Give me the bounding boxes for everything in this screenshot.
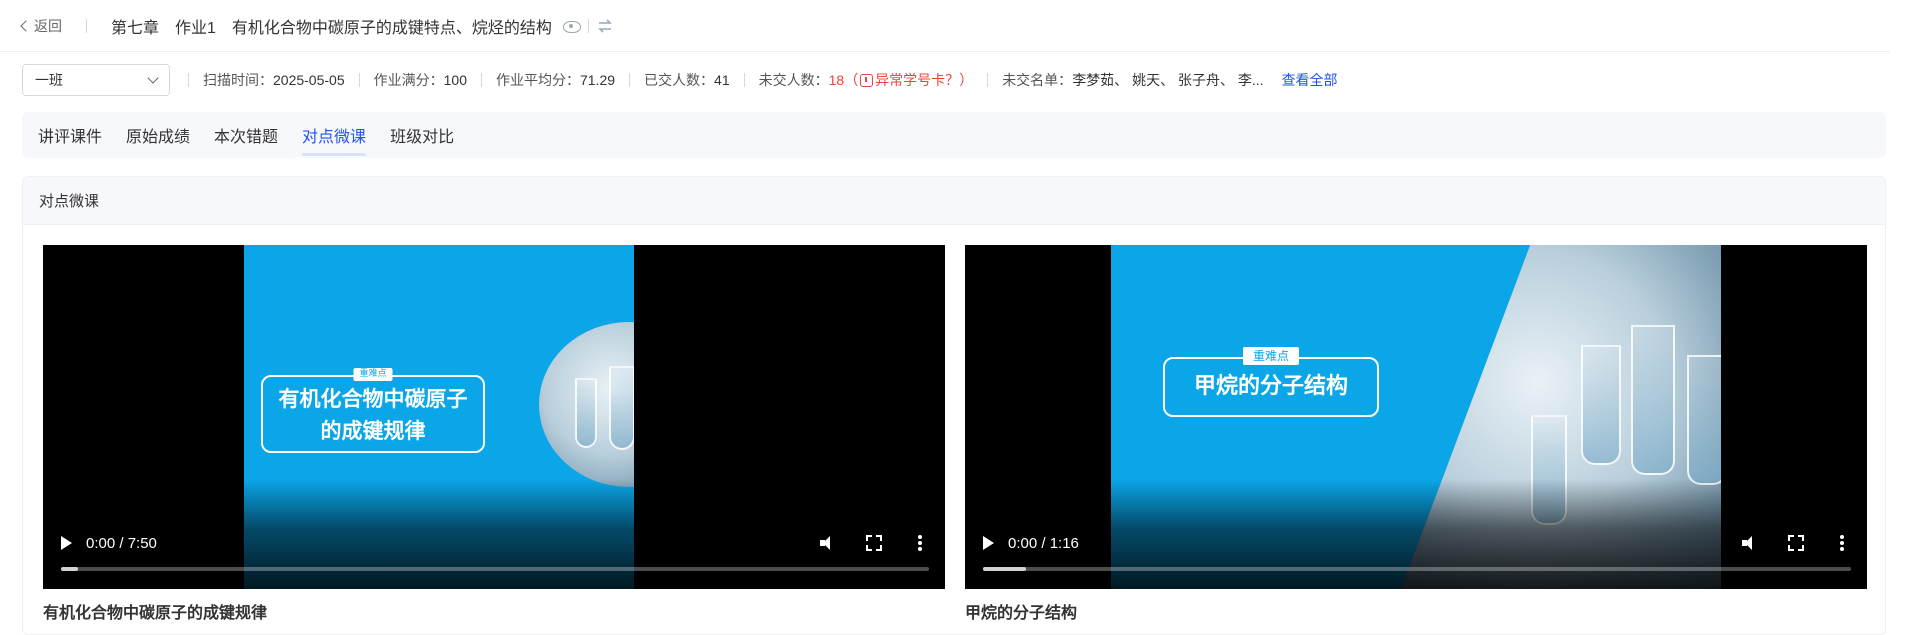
page-title: 有机化合物中碳原子的成键特点、烷烃的结构 — [231, 19, 552, 37]
swap-icon[interactable] — [597, 18, 613, 33]
warning-icon — [860, 73, 874, 87]
eye-icon[interactable] — [562, 20, 581, 33]
divider — [480, 73, 482, 87]
submitted-count: 已交人数： 41 — [644, 70, 730, 90]
unsubmitted-list-label: 未交名单： — [1002, 72, 1073, 88]
tab-wrong-questions[interactable]: 本次错题 — [214, 112, 278, 158]
full-score-value: 100 — [443, 72, 467, 88]
view-all-link[interactable]: 查看全部 — [1282, 70, 1338, 90]
play-icon[interactable] — [983, 536, 994, 550]
video-caption: 有机化合物中碳原子的成键规律 — [43, 605, 268, 622]
play-icon[interactable] — [61, 536, 72, 550]
unsubmitted-value[interactable]: 18 — [829, 72, 845, 88]
abnormal-card-link[interactable]: 异常学号卡？ — [875, 70, 959, 90]
slide-badge: 重难点 — [353, 368, 393, 381]
back-label: 返回 — [34, 17, 62, 34]
fullscreen-icon[interactable] — [865, 534, 883, 552]
divider — [358, 73, 360, 87]
slide-title-line: 甲烷的分子结构 — [1193, 374, 1348, 399]
divider — [743, 73, 745, 87]
full-score: 作业满分： 100 — [374, 70, 467, 90]
video-card: 重难点 有机化合物中碳原子 的成键规律 0:00 / 7:50 有机化合物中碳原… — [43, 245, 945, 623]
video-progress-bar[interactable] — [61, 567, 929, 571]
slide-badge: 重难点 — [1242, 347, 1300, 365]
divider — [188, 73, 189, 87]
full-score-label: 作业满分： — [373, 72, 444, 88]
unsubmitted-list: 未交名单： 李梦茹、 姚天、 张子舟、 李... 查看全部 — [1002, 70, 1337, 90]
stats-row: 一班 扫描时间： 2025-05-05 作业满分： 100 作业平均分： 71.… — [22, 64, 1892, 96]
panel-title: 对点微课 — [23, 177, 1885, 225]
fullscreen-icon[interactable] — [1787, 534, 1805, 552]
chapter-label: 第七章 — [111, 19, 160, 37]
tab-class-compare[interactable]: 班级对比 — [390, 112, 454, 158]
slide-title-box: 重难点 甲烷的分子结构 — [1163, 347, 1379, 417]
video-progress-fill — [61, 567, 79, 571]
more-vertical-icon[interactable] — [911, 534, 929, 552]
scan-time-value: 2025-05-05 — [273, 72, 345, 88]
paren-close: ） — [959, 72, 974, 88]
unsubmitted-count: 未交人数： 18 （ 异常学号卡？ ） — [759, 70, 974, 90]
divider — [587, 18, 589, 33]
tab-lecture-slides[interactable]: 讲评课件 — [38, 112, 102, 158]
assignment-label: 作业1 — [175, 19, 216, 37]
unsubmitted-list-value: 李梦茹、 姚天、 张子舟、 李... — [1072, 72, 1264, 88]
tab-bar: 讲评课件 原始成绩 本次错题 对点微课 班级对比 — [22, 112, 1886, 158]
video-progress-bar[interactable] — [983, 567, 1851, 571]
divider — [629, 73, 631, 87]
class-select-value: 一班 — [35, 72, 63, 88]
slide-title-box: 重难点 有机化合物中碳原子 的成键规律 — [261, 368, 485, 453]
volume-icon[interactable] — [1741, 534, 1759, 552]
paren-open: （ — [844, 72, 859, 88]
video-progress-fill — [983, 567, 1027, 571]
video-player[interactable]: 重难点 有机化合物中碳原子 的成键规律 0:00 / 7:50 — [43, 245, 945, 589]
video-time: 0:00 / 1:16 — [1008, 534, 1079, 552]
volume-icon[interactable] — [819, 534, 837, 552]
tab-raw-scores[interactable]: 原始成绩 — [126, 112, 190, 158]
submitted-value: 41 — [714, 72, 730, 88]
back-button[interactable]: 返回 — [20, 16, 62, 36]
divider — [987, 73, 989, 87]
chevron-left-icon — [20, 20, 32, 32]
average-score-value: 71.29 — [579, 72, 616, 88]
scan-time: 扫描时间： 2025-05-05 — [203, 70, 345, 90]
average-score: 作业平均分： 71.29 — [496, 70, 615, 90]
more-vertical-icon[interactable] — [1833, 534, 1851, 552]
video-card: 重难点 甲烷的分子结构 0:00 / 1:16 甲烷的分子结构 — [965, 245, 1867, 623]
video-player[interactable]: 重难点 甲烷的分子结构 0:00 / 1:16 — [965, 245, 1867, 589]
class-select[interactable]: 一班 — [22, 64, 170, 96]
tab-micro-lessons[interactable]: 对点微课 — [302, 112, 367, 158]
top-bar: 返回 第七章 作业1 有机化合物中碳原子的成键特点、烷烃的结构 — [0, 0, 1890, 52]
video-controls: 0:00 / 1:16 — [965, 479, 1867, 589]
scan-time-label: 扫描时间： — [203, 72, 273, 88]
video-controls: 0:00 / 7:50 — [43, 479, 945, 589]
slide-title-line: 的成键规律 — [320, 419, 426, 443]
divider — [86, 18, 87, 33]
video-caption: 甲烷的分子结构 — [965, 605, 1078, 622]
micro-lesson-panel: 对点微课 重难点 有机化合物中碳原子 的成键规律 0:00 / 7:50 有机化… — [22, 176, 1886, 635]
chevron-down-icon — [147, 72, 159, 84]
average-score-label: 作业平均分： — [495, 72, 580, 88]
submitted-label: 已交人数： — [644, 72, 715, 88]
slide-title-line: 有机化合物中碳原子 — [278, 387, 468, 411]
unsubmitted-label: 未交人数： — [758, 72, 829, 88]
video-time: 0:00 / 7:50 — [86, 534, 157, 552]
